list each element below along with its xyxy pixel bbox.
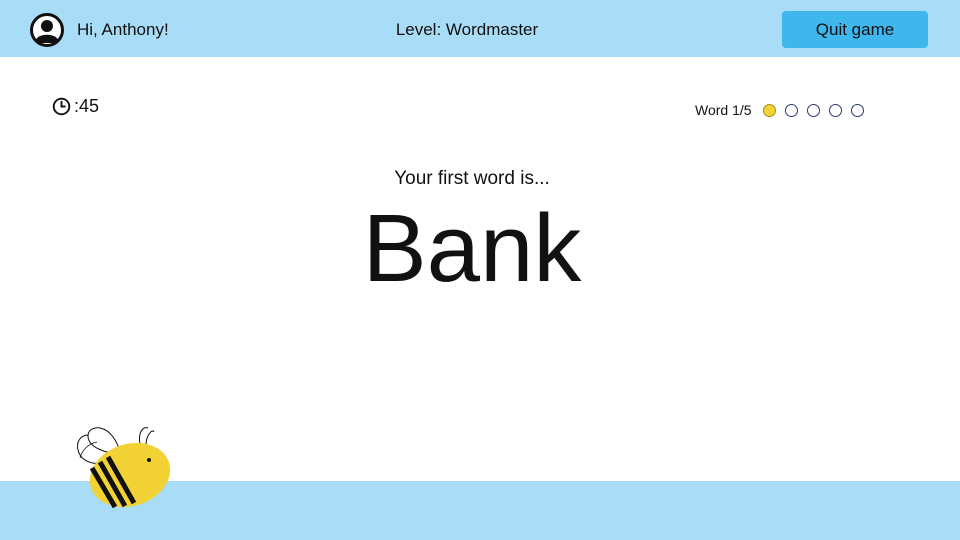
top-bar: Hi, Anthony! Level: Wordmaster Quit game — [0, 0, 960, 57]
quit-game-button[interactable]: Quit game — [782, 11, 928, 48]
word-progress-label: Word 1/5 — [695, 102, 752, 118]
word-progress: Word 1/5 — [695, 101, 873, 119]
progress-dot — [784, 103, 798, 117]
timer-value: :45 — [74, 96, 100, 116]
bee-icon — [77, 427, 171, 509]
progress-dot — [828, 103, 842, 117]
current-word: Bank — [362, 195, 582, 302]
progress-dot — [806, 103, 820, 117]
progress-dot — [850, 103, 864, 117]
word-prompt: Your first word is... — [394, 168, 550, 189]
clock-icon — [52, 97, 71, 115]
timer: :45 — [52, 96, 99, 116]
progress-dots — [762, 103, 873, 117]
progress-dot — [762, 103, 776, 117]
